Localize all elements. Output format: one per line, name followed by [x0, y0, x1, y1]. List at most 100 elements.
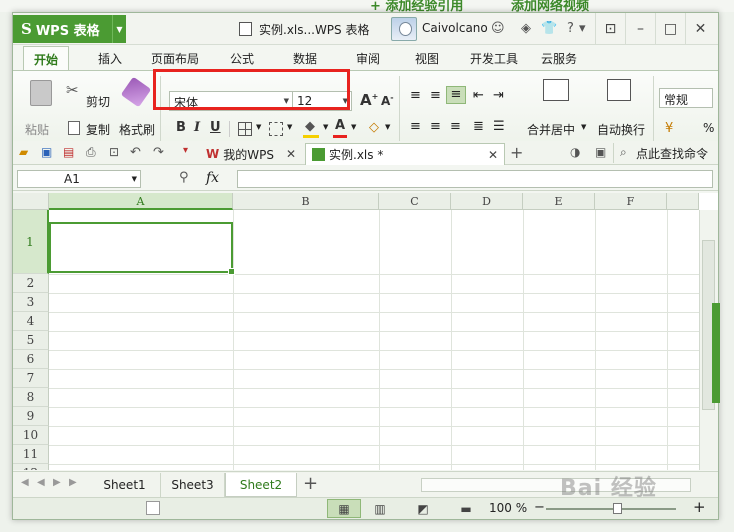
name-box[interactable]: A1 ▼ — [17, 170, 141, 188]
maximize-button[interactable]: □ — [655, 13, 685, 45]
zoom-slider-knob[interactable] — [613, 503, 622, 514]
save-icon[interactable]: ▣ — [41, 145, 55, 159]
clear-format-icon[interactable]: ◇ — [369, 120, 379, 135]
chevron-down-icon[interactable]: ▼ — [351, 123, 356, 131]
merge-center-button[interactable]: 合并居中 — [527, 121, 575, 138]
user-name[interactable]: Caivolcano — [422, 21, 488, 35]
undo-icon[interactable]: ↶ — [130, 145, 144, 160]
prev-sheet-icon[interactable]: ◀ — [37, 477, 45, 488]
tab-page-layout[interactable]: 页面布局 — [151, 50, 199, 67]
chevron-down-icon[interactable]: ▼ — [581, 123, 586, 131]
row-header-9[interactable]: 9 — [13, 407, 49, 426]
reading-mode-button[interactable]: ◩ — [406, 499, 440, 518]
sheet-tab-sheet1[interactable]: Sheet1 — [89, 473, 161, 497]
percent-icon[interactable]: % — [703, 121, 714, 135]
italic-icon[interactable]: I — [194, 120, 200, 135]
format-painter-button[interactable]: 格式刷 — [119, 121, 155, 138]
align-bottom-icon[interactable]: ≡ — [446, 86, 466, 104]
align-center-icon[interactable]: ≡ — [430, 119, 441, 134]
chevron-down-icon[interactable]: ▼ — [256, 123, 261, 131]
fill-color-icon[interactable]: ◆ — [305, 119, 315, 134]
column-header-f[interactable]: F — [595, 193, 667, 210]
record-macro-icon[interactable] — [146, 501, 160, 515]
align-middle-icon[interactable]: ≡ — [430, 88, 441, 103]
share-icon[interactable]: ◈ — [521, 19, 531, 39]
align-right-icon[interactable]: ≡ — [450, 119, 461, 134]
fx-icon[interactable]: fx — [206, 170, 219, 186]
doc-list-icon[interactable]: ▣ — [595, 145, 609, 159]
app-menu-button[interactable]: S WPS 表格 ▼ — [13, 15, 126, 43]
redo-icon[interactable]: ↷ — [153, 145, 167, 160]
row-header-7[interactable]: 7 — [13, 369, 49, 388]
paste-button[interactable]: 粘贴 — [25, 121, 49, 138]
merge-center-icon[interactable] — [543, 79, 569, 101]
copy-icon[interactable] — [68, 121, 80, 135]
close-button[interactable]: ✕ — [685, 13, 715, 45]
format-painter-icon[interactable] — [120, 76, 152, 108]
zoom-search-icon[interactable]: ⚲ — [179, 170, 189, 185]
zoom-level[interactable]: 100 % — [489, 501, 527, 515]
row-header-10[interactable]: 10 — [13, 426, 49, 445]
chevron-down-icon[interactable]: ▼ — [323, 123, 328, 131]
normal-view-button[interactable]: ▦ — [327, 499, 361, 518]
tab-view[interactable]: 视图 — [415, 50, 439, 67]
cloud-status-icon[interactable]: ☺ — [491, 19, 505, 39]
border-style-icon[interactable] — [269, 122, 283, 136]
zoom-in-icon[interactable]: + — [693, 498, 706, 516]
skin-icon[interactable]: 👕 — [541, 19, 557, 39]
chevron-down-icon[interactable]: ▼ — [385, 123, 390, 131]
row-header-12[interactable]: 12 — [13, 464, 49, 470]
side-panel-toggle[interactable] — [712, 303, 720, 403]
eye-protection-button[interactable]: ▬ — [449, 499, 483, 518]
active-cell-a1[interactable] — [49, 222, 235, 275]
column-header-g[interactable] — [667, 193, 699, 210]
column-header-a[interactable]: A — [49, 193, 233, 210]
close-icon[interactable]: ✕ — [488, 148, 498, 162]
zoom-slider[interactable] — [546, 508, 676, 510]
search-command[interactable]: 点此查找命令 — [636, 145, 708, 162]
avatar[interactable] — [391, 17, 417, 41]
row-header-11[interactable]: 11 — [13, 445, 49, 464]
number-format-select[interactable]: 常规 — [659, 88, 713, 108]
column-header-e[interactable]: E — [523, 193, 595, 210]
chevron-down-icon[interactable]: ▼ — [287, 123, 292, 131]
select-all-corner[interactable] — [13, 193, 49, 210]
help-icon[interactable]: ? — [567, 19, 574, 39]
font-color-icon[interactable]: A — [335, 118, 345, 133]
sheet-tab-sheet2[interactable]: Sheet2 — [225, 473, 297, 497]
underline-icon[interactable]: U — [210, 120, 221, 135]
zoom-out-icon[interactable]: − — [534, 500, 545, 515]
tab-review[interactable]: 审阅 — [356, 50, 380, 67]
row-header-3[interactable]: 3 — [13, 293, 49, 312]
print-preview-icon[interactable]: ⊡ — [109, 145, 123, 159]
shrink-font-icon[interactable]: A- — [381, 93, 394, 108]
bold-icon[interactable]: B — [176, 120, 186, 135]
add-sheet-icon[interactable]: + — [303, 473, 318, 494]
print-icon[interactable]: ⎙ — [86, 145, 100, 159]
row-header-1[interactable]: 1 — [13, 210, 49, 274]
first-sheet-icon[interactable]: ◀ — [21, 477, 29, 488]
export-pdf-icon[interactable]: ▤ — [63, 145, 77, 159]
doc-action-icon[interactable]: ◑ — [570, 145, 584, 159]
tab-cloud[interactable]: 云服务 — [541, 50, 577, 67]
row-header-8[interactable]: 8 — [13, 388, 49, 407]
minimize-button[interactable]: – — [625, 13, 655, 45]
justify-icon[interactable]: ≣ — [473, 119, 484, 134]
row-header-6[interactable]: 6 — [13, 350, 49, 369]
help-dropdown-icon[interactable]: ▾ — [579, 19, 586, 39]
tab-data[interactable]: 数据 — [293, 50, 317, 67]
column-header-c[interactable]: C — [379, 193, 451, 210]
sheet-tab-sheet3[interactable]: Sheet3 — [161, 473, 225, 497]
grow-font-icon[interactable]: A+ — [360, 91, 378, 109]
tab-home[interactable]: 开始 — [23, 46, 70, 71]
close-icon[interactable]: ✕ — [286, 147, 296, 161]
search-icon[interactable]: ⌕ — [620, 145, 634, 159]
new-tab-icon[interactable]: + — [510, 143, 524, 162]
tab-developer[interactable]: 开发工具 — [470, 50, 518, 67]
doc-tab-my-wps[interactable]: W 我的WPS ✕ — [200, 143, 302, 165]
tab-formulas[interactable]: 公式 — [230, 50, 254, 67]
tab-insert[interactable]: 插入 — [98, 50, 122, 67]
distributed-icon[interactable]: ☰ — [493, 119, 505, 134]
wrap-text-icon[interactable] — [607, 79, 631, 101]
borders-icon[interactable] — [238, 122, 252, 136]
